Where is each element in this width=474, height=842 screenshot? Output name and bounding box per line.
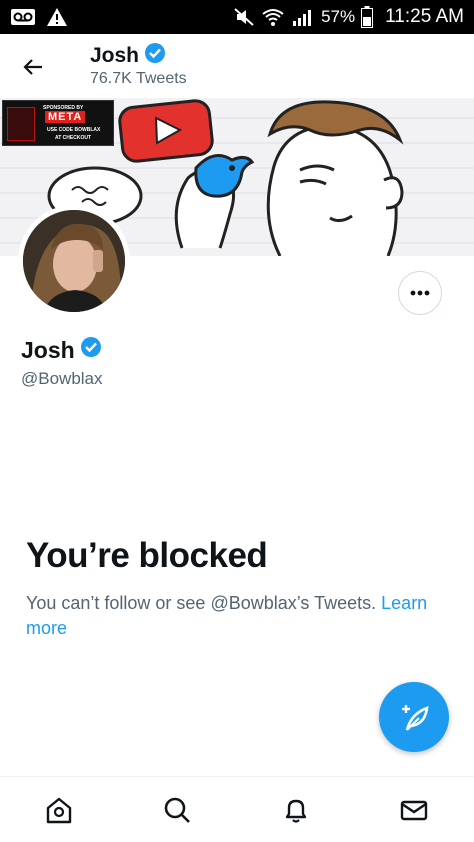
blocked-message: You can’t follow or see @Bowblax’s Tweet…	[26, 591, 456, 641]
profile-handle: @Bowblax	[21, 369, 103, 388]
nav-home[interactable]	[42, 793, 76, 827]
nav-notifications[interactable]	[279, 793, 313, 827]
avatar[interactable]	[18, 205, 130, 317]
warning-icon	[46, 7, 68, 27]
messages-icon	[400, 800, 428, 821]
compose-tweet-button[interactable]	[379, 682, 449, 752]
battery-icon	[361, 6, 374, 28]
mute-icon	[233, 7, 255, 27]
wifi-icon	[261, 7, 285, 27]
avatar-photo	[23, 210, 125, 312]
nav-search[interactable]	[160, 793, 194, 827]
header-title: Josh	[90, 42, 166, 70]
signal-icon	[291, 7, 315, 27]
battery-percent: 57%	[321, 7, 356, 26]
sponsor-badge: SPONSORED BY META USE CODE BOWBLAX AT CH…	[2, 100, 114, 146]
status-bar: 57% 11:25 AM	[0, 0, 474, 34]
home-icon	[46, 797, 72, 824]
arrow-left-icon	[23, 59, 42, 75]
more-options-button[interactable]	[398, 271, 442, 315]
profile-name-text: Josh	[21, 336, 75, 363]
sponsor-brand: META	[45, 111, 86, 123]
compose-feather-icon	[402, 705, 429, 731]
voicemail-icon	[10, 8, 36, 26]
verified-badge-icon	[144, 42, 166, 70]
pc-image	[7, 107, 35, 141]
search-icon	[164, 797, 190, 823]
profile-header: Josh 76.7K Tweets	[0, 34, 474, 98]
sponsor-line2: USE CODE BOWBLAX	[47, 127, 101, 133]
bottom-navigation	[0, 776, 474, 842]
back-button[interactable]	[16, 50, 50, 84]
blocked-title: You’re blocked	[26, 536, 268, 575]
profile-name: Josh	[21, 336, 102, 364]
verified-badge-icon	[80, 336, 102, 364]
nav-messages[interactable]	[397, 793, 431, 827]
sponsor-line3: AT CHECKOUT	[55, 135, 92, 141]
header-name: Josh	[90, 44, 140, 67]
tweet-count: 76.7K Tweets	[90, 70, 187, 87]
blocked-message-text: You can’t follow or see @Bowblax’s Tweet…	[26, 593, 377, 613]
more-dots-icon	[410, 290, 430, 296]
clock: 11:25 AM	[385, 6, 464, 27]
notifications-icon	[285, 799, 307, 823]
